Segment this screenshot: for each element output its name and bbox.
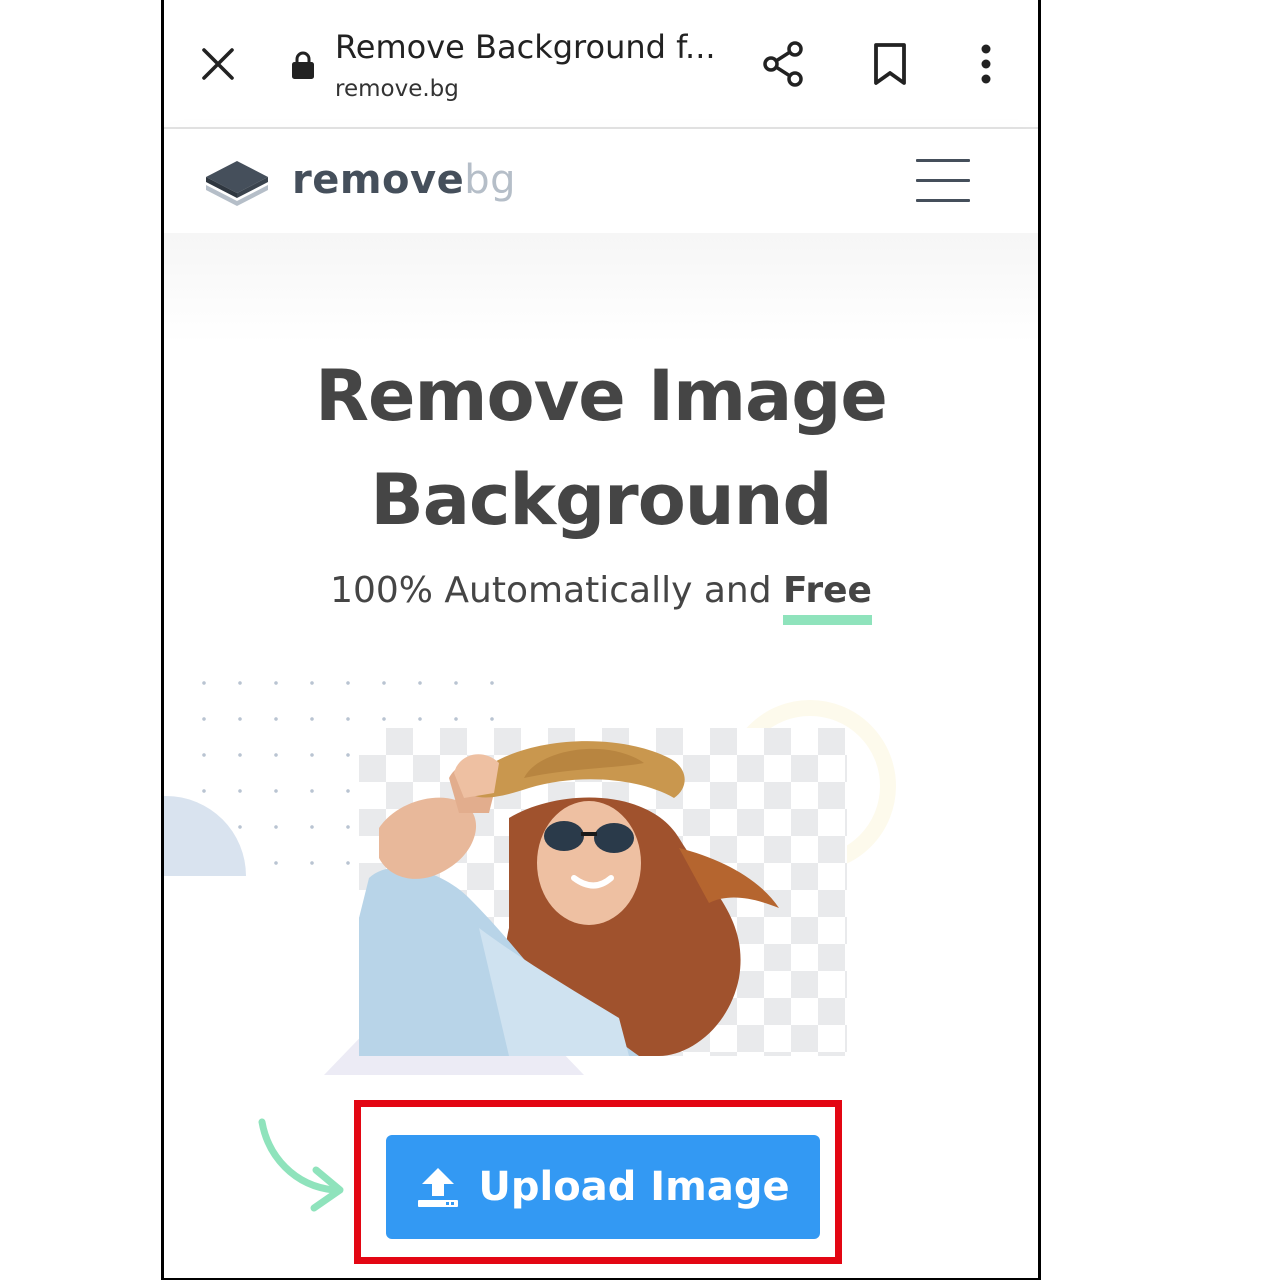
more-vert-icon[interactable] [976, 44, 996, 84]
header-shadow [164, 233, 1038, 343]
share-icon[interactable] [762, 40, 806, 88]
phone-frame: Remove Background f... remove.bg removeb… [161, 0, 1041, 1280]
upload-image-button[interactable]: Upload Image [386, 1135, 820, 1239]
subtitle-prefix: 100% Automatically and [330, 570, 772, 611]
hamburger-menu-icon[interactable] [916, 159, 970, 202]
site-header: removebg [164, 129, 1038, 233]
decorative-half-circle [164, 796, 246, 956]
upload-button-label: Upload Image [478, 1164, 790, 1210]
page-title[interactable]: Remove Background f... [335, 28, 716, 66]
hero-title: Remove Image Background [164, 344, 1038, 552]
hero-title-line2: Background [370, 459, 832, 541]
page-url[interactable]: remove.bg [335, 76, 459, 102]
site-logo[interactable]: removebg [292, 157, 516, 203]
hero-subtitle: 100% Automatically and Free [164, 570, 1038, 625]
pointing-arrow-icon [258, 1118, 344, 1212]
demo-woman-photo [359, 741, 779, 1056]
hero-title-line1: Remove Image [315, 355, 888, 437]
subtitle-free: Free [783, 570, 872, 625]
logo-remove-text: remove [292, 157, 465, 203]
bookmark-icon[interactable] [872, 42, 908, 86]
logo-layers-icon[interactable] [202, 157, 272, 209]
upload-icon [418, 1168, 459, 1207]
lock-icon [292, 51, 314, 79]
logo-bg-text: bg [464, 157, 516, 203]
close-icon[interactable] [200, 46, 236, 82]
browser-toolbar: Remove Background f... remove.bg [164, 0, 1038, 129]
